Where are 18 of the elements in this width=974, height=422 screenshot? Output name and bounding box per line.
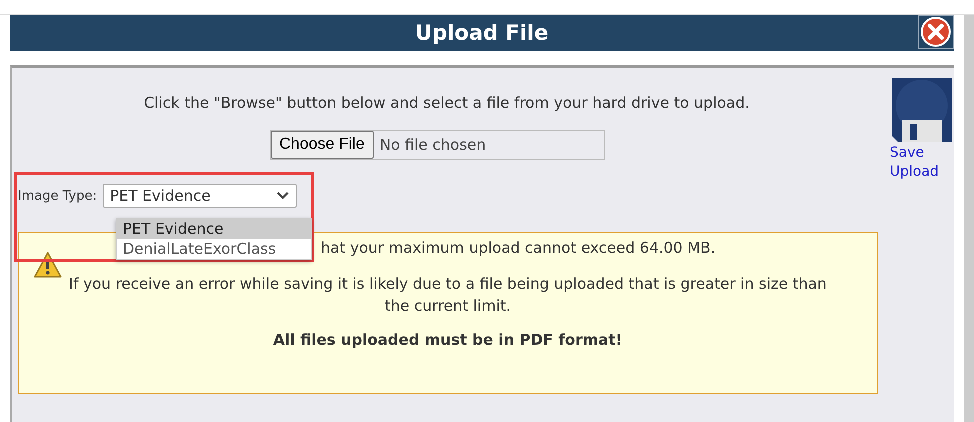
instruction-text: Click the "Browse" button below and select a file from your hard drive to upload. (143, 94, 751, 112)
notice-text: If you receive an error while saving it is likely due to a file being uploaded that is greater in size than the current limit. (68, 274, 828, 317)
notice-text: hat your maximum upload cannot exceed 64.00 MB. (321, 239, 717, 257)
choose-file-button[interactable]: Choose File (270, 131, 374, 159)
image-type-select[interactable]: PET Evidence (103, 184, 298, 208)
dropdown-option[interactable]: DenialLateExorClass (117, 239, 311, 259)
close-button[interactable] (918, 15, 954, 49)
close-icon (921, 17, 951, 47)
image-type-label: Image Type: (18, 188, 98, 204)
dropdown-option[interactable]: PET Evidence (117, 219, 311, 239)
file-field[interactable]: Choose File No file chosen (270, 130, 604, 160)
pdf-format-notice: All files uploaded must be in PDF format! (272, 331, 624, 349)
save-upload-link[interactable]: Save Upload (890, 144, 942, 182)
dialog-title: Upload File (415, 21, 549, 45)
scrollbar[interactable] (964, 15, 974, 422)
warning-icon (33, 251, 63, 279)
file-status-text: No file chosen (378, 136, 486, 154)
chevron-icon (276, 191, 290, 201)
